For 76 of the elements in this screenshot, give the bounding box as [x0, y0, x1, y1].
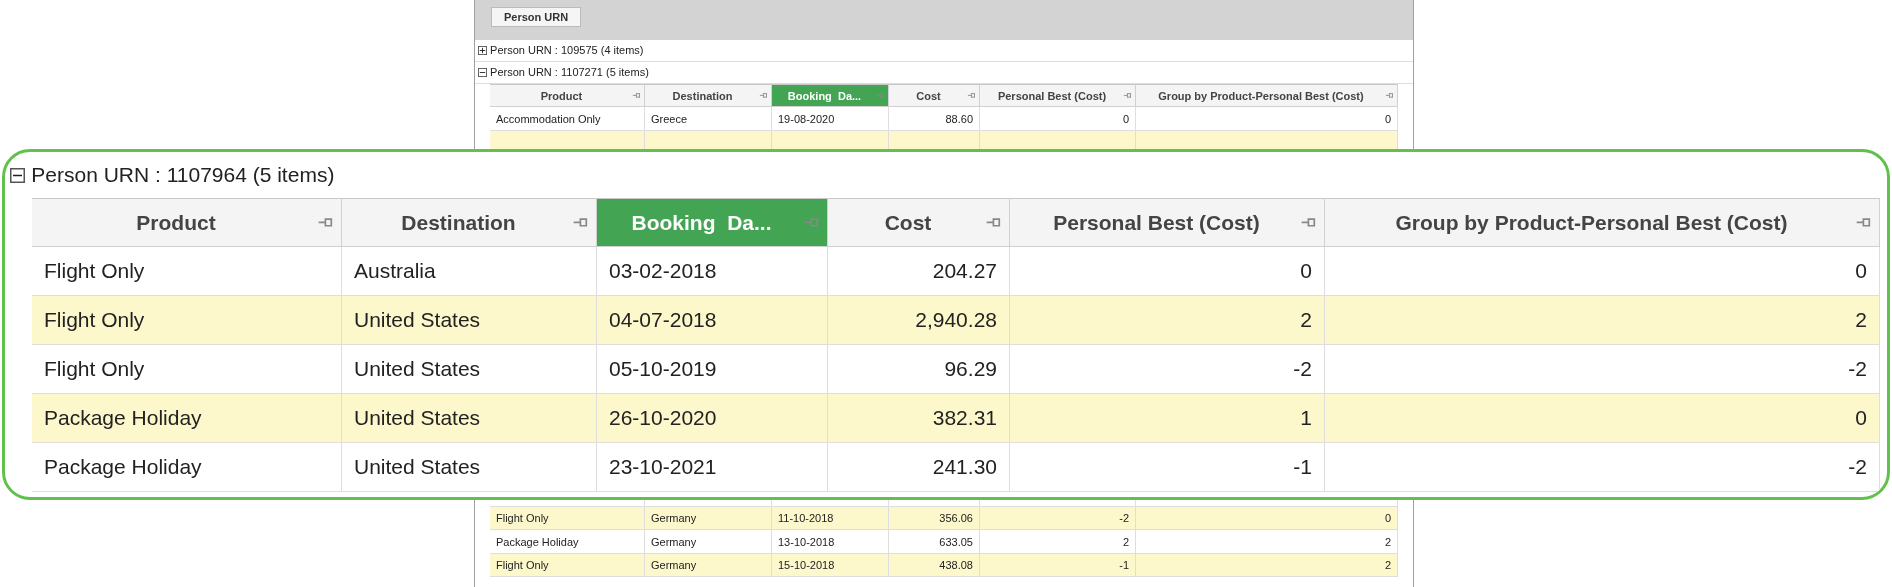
column-header[interactable]: Cost — [828, 198, 1010, 247]
column-header[interactable]: Personal Best (Cost) — [1010, 198, 1325, 247]
table-cell: 2 — [1136, 530, 1398, 554]
table-cell: Germany — [645, 506, 772, 531]
table-cell: -2 — [1325, 345, 1880, 394]
table-cell: 23-10-2021 — [597, 443, 828, 492]
column-header[interactable]: Destination — [342, 198, 597, 247]
table-cell: 438.08 — [889, 553, 980, 578]
table-cell: Flight Only — [32, 345, 342, 394]
table-cell: 96.29 — [828, 345, 1010, 394]
pin-icon[interactable] — [1384, 91, 1394, 100]
table-cell: 03-02-2018 — [597, 247, 828, 296]
group-row[interactable]: Person URN : 1107271 (5 items) — [475, 61, 1413, 84]
pin-icon[interactable] — [631, 91, 641, 100]
table-cell: United States — [342, 345, 597, 394]
column-header[interactable]: Destination — [645, 83, 772, 108]
table-cell: 0 — [980, 107, 1136, 131]
table-cell: 15-10-2018 — [772, 553, 889, 578]
table-cell: Package Holiday — [32, 443, 342, 492]
collapse-icon[interactable] — [10, 167, 25, 183]
table-cell: Accommodation Only — [490, 107, 645, 131]
table-cell: 26-10-2020 — [597, 394, 828, 443]
table-cell: Greece — [645, 107, 772, 131]
table-cell: -2 — [1010, 345, 1325, 394]
pin-icon[interactable] — [1122, 91, 1132, 100]
table-cell: 0 — [1136, 506, 1398, 531]
table-cell: 204.27 — [828, 247, 1010, 296]
table-cell: United States — [342, 296, 597, 345]
table-cell: 0 — [1010, 247, 1325, 296]
pin-icon[interactable] — [758, 91, 768, 100]
column-header[interactable]: Product — [32, 198, 342, 247]
table-cell: -2 — [1325, 443, 1880, 492]
table-cell: 382.31 — [828, 394, 1010, 443]
table-cell: 0 — [1136, 107, 1398, 131]
table-cell: 05-10-2019 — [597, 345, 828, 394]
table-cell: Germany — [645, 530, 772, 554]
table-cell: Package Holiday — [490, 530, 645, 554]
expand-icon[interactable] — [477, 45, 487, 55]
group-row[interactable]: Person URN : 1107964 (5 items) — [5, 152, 1887, 198]
column-header[interactable]: Personal Best (Cost) — [980, 83, 1136, 108]
table-cell: Flight Only — [490, 506, 645, 531]
table-cell: Package Holiday — [32, 394, 342, 443]
table-cell: -1 — [1010, 443, 1325, 492]
table-cell: 2 — [1325, 296, 1880, 345]
table-cell: 13-10-2018 — [772, 530, 889, 554]
table-cell: 633.05 — [889, 530, 980, 554]
group-chip[interactable]: Person URN — [491, 7, 582, 27]
column-header[interactable]: Cost — [889, 83, 980, 108]
table-cell: 2 — [1136, 553, 1398, 578]
column-header[interactable]: Group by Product-Personal Best (Cost) — [1325, 198, 1880, 247]
table-cell: 0 — [1325, 394, 1880, 443]
table-cell: Flight Only — [32, 247, 342, 296]
table-cell: Flight Only — [32, 296, 342, 345]
table-cell: 1 — [1010, 394, 1325, 443]
table-cell: Germany — [645, 553, 772, 578]
table-cell: 2,940.28 — [828, 296, 1010, 345]
table-cell: 0 — [1325, 247, 1880, 296]
table-cell: -2 — [980, 506, 1136, 531]
table-cell: United States — [342, 394, 597, 443]
pin-icon[interactable] — [966, 91, 976, 100]
table-cell: 88.60 — [889, 107, 980, 131]
table-cell: 2 — [1010, 296, 1325, 345]
table-cell: -1 — [980, 553, 1136, 578]
table-cell: 356.06 — [889, 506, 980, 531]
table-cell: Flight Only — [490, 553, 645, 578]
table-cell: 04-07-2018 — [597, 296, 828, 345]
table-cell: 241.30 — [828, 443, 1010, 492]
table-cell: United States — [342, 443, 597, 492]
table-cell: 19-08-2020 — [772, 107, 889, 131]
table-cell: Australia — [342, 247, 597, 296]
group-row[interactable]: Person URN : 109575 (4 items) — [475, 40, 1413, 62]
column-header[interactable]: Product — [490, 83, 645, 108]
table-cell: 2 — [980, 530, 1136, 554]
table-cell: 11-10-2018 — [772, 506, 889, 531]
column-header[interactable]: Group by Product-Personal Best (Cost) — [1136, 83, 1398, 108]
collapse-icon[interactable] — [477, 67, 487, 77]
